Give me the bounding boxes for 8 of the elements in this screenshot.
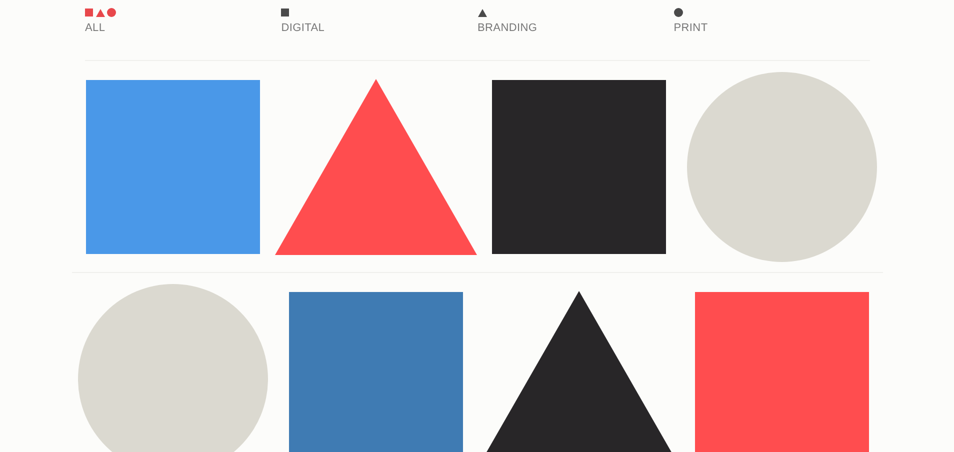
- triangle-icon: [478, 8, 486, 18]
- filter-tab[interactable]: DIGITAL: [281, 8, 325, 60]
- circle-icon: [674, 8, 683, 18]
- filter-tab[interactable]: PRINT: [674, 8, 708, 60]
- shapes-icon: [85, 8, 116, 18]
- square-icon: [281, 8, 290, 18]
- filter-tab[interactable]: BRANDING: [478, 8, 538, 60]
- filter-tab[interactable]: ALL: [85, 8, 116, 60]
